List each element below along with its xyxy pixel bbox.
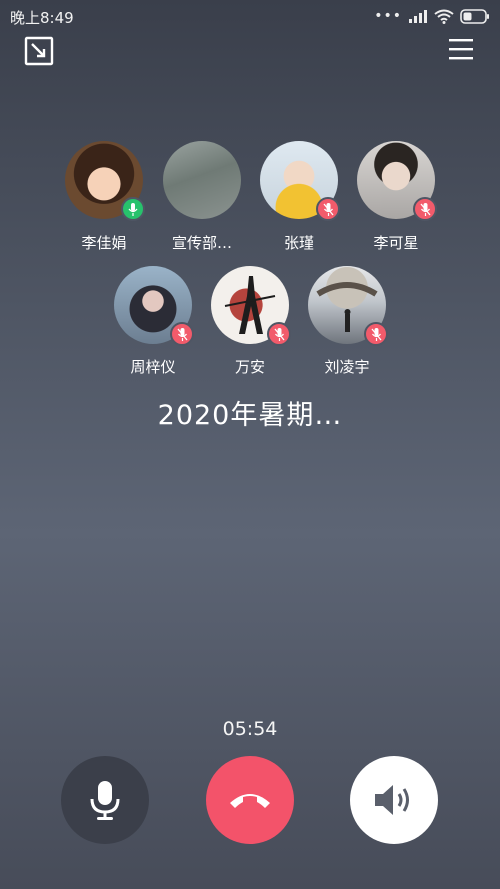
hamburger-menu-icon xyxy=(449,39,473,60)
mic-icon xyxy=(128,202,138,216)
participant-avatar[interactable] xyxy=(163,141,241,219)
status-time: 晚上8:49 xyxy=(10,9,74,27)
minimize-button[interactable] xyxy=(24,36,54,66)
mic-muted-badge xyxy=(267,322,291,346)
participant-avatar[interactable] xyxy=(308,266,388,346)
speaker-icon xyxy=(375,785,409,815)
signal-icon xyxy=(409,10,427,23)
status-icons: ••• xyxy=(374,8,490,24)
participant-name: 李可星 xyxy=(373,234,419,252)
speaker-button[interactable] xyxy=(350,756,438,844)
more-dots-icon: ••• xyxy=(374,8,402,24)
participant-avatar[interactable] xyxy=(357,141,437,221)
participant-avatar[interactable] xyxy=(65,141,145,221)
mic-muted-badge xyxy=(413,197,437,221)
mic-muted-icon xyxy=(176,327,188,341)
mic-muted-icon xyxy=(322,202,334,216)
participant-avatar[interactable] xyxy=(114,266,194,346)
mic-muted-badge xyxy=(170,322,194,346)
participant-avatar[interactable] xyxy=(211,266,291,346)
mic-muted-badge xyxy=(316,197,340,221)
menu-button[interactable] xyxy=(448,36,474,62)
wifi-icon xyxy=(434,9,454,24)
participant-name: 宣传部… xyxy=(171,234,232,252)
call-title: 2020年暑期… xyxy=(157,400,343,431)
mic-muted-icon xyxy=(419,202,431,216)
mic-on-badge xyxy=(121,197,145,221)
participant-name: 张瑾 xyxy=(283,234,314,252)
minimize-icon xyxy=(24,36,54,66)
mute-microphone-button[interactable] xyxy=(61,756,149,844)
hang-up-icon xyxy=(230,794,270,808)
hang-up-button[interactable] xyxy=(206,756,294,844)
mic-muted-badge xyxy=(364,322,388,346)
participant-name: 李佳娟 xyxy=(81,234,127,252)
avatar xyxy=(163,141,241,219)
participant-name: 周梓仪 xyxy=(130,358,176,376)
participant-name: 万安 xyxy=(234,358,265,376)
mic-muted-icon xyxy=(273,327,285,341)
call-timer: 05:54 xyxy=(222,718,278,740)
battery-icon xyxy=(460,8,489,24)
mic-muted-icon xyxy=(370,327,382,341)
participant-name: 刘凌宇 xyxy=(324,358,370,376)
participant-avatar[interactable] xyxy=(260,141,340,221)
microphone-icon xyxy=(90,781,120,820)
status-bar: 晚上8:49 ••• xyxy=(0,0,500,34)
